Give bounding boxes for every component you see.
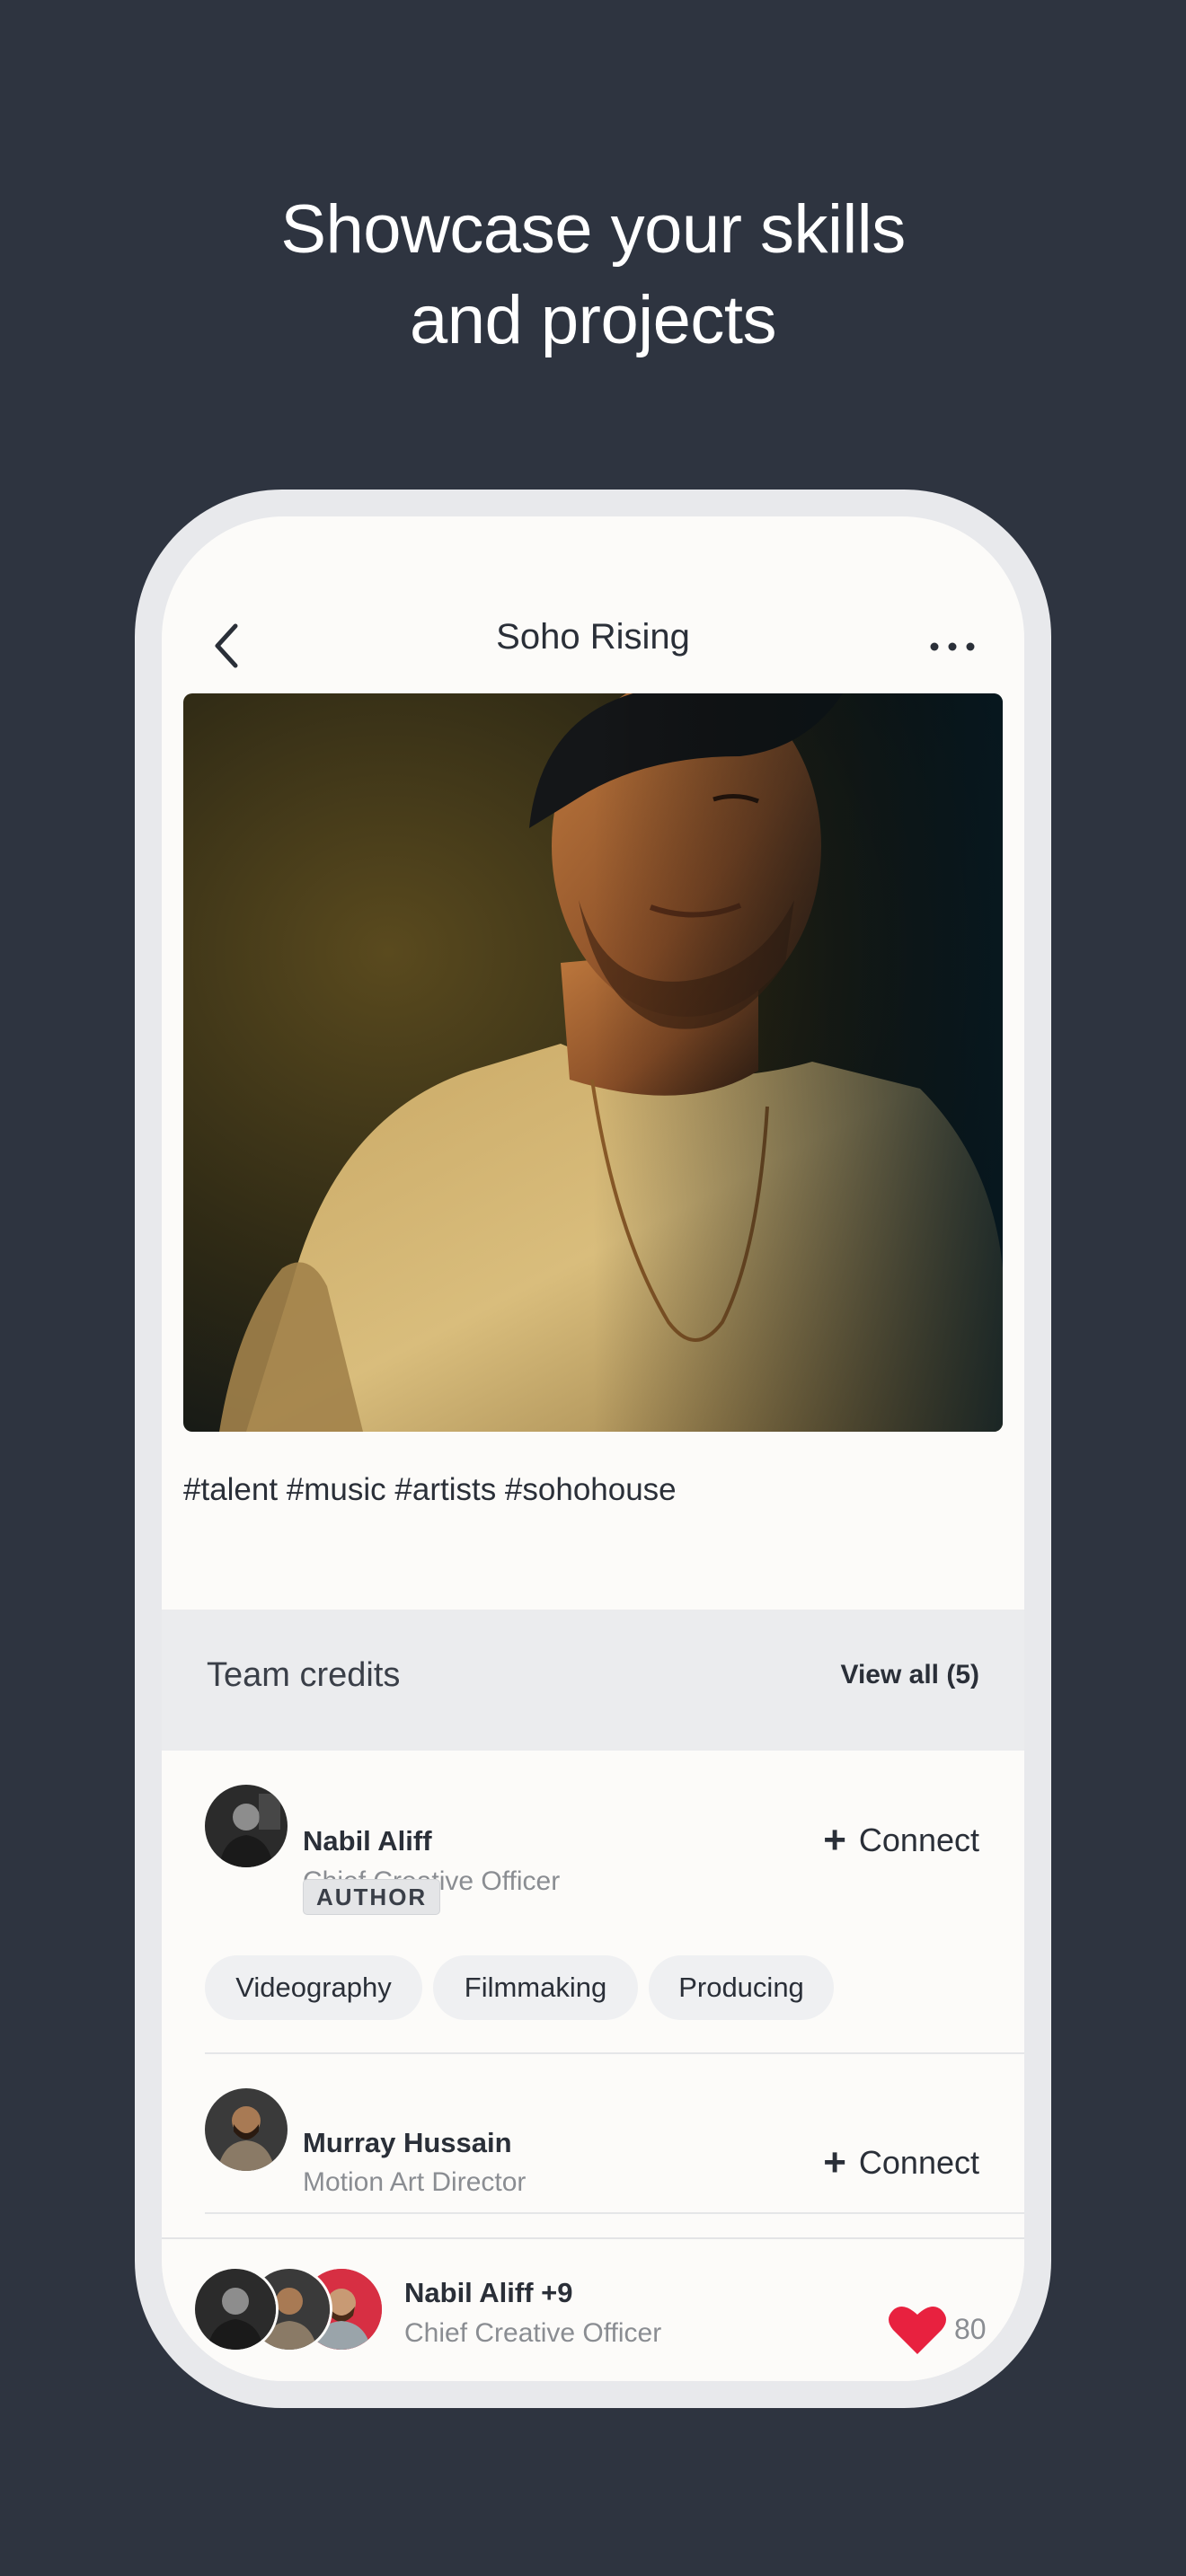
team-credits-title: Team credits: [207, 1656, 401, 1694]
like-button[interactable]: [888, 2304, 947, 2356]
skill-chip[interactable]: Videography: [205, 1955, 422, 2020]
connect-button[interactable]: + Connect: [823, 2143, 979, 2183]
more-button[interactable]: [925, 624, 979, 669]
phone-screen: Soho Rising #talent #music #artists #soh…: [162, 516, 1024, 2381]
footer-name[interactable]: Nabil Aliff +9: [404, 2277, 572, 2309]
post-hashtags[interactable]: #talent #music #artists #sohohouse: [183, 1472, 677, 1508]
skill-chip[interactable]: Filmmaking: [433, 1955, 638, 2020]
skill-chip[interactable]: Producing: [649, 1955, 834, 2020]
divider: [205, 2052, 1024, 2054]
page-title: Soho Rising: [496, 617, 690, 657]
member-name[interactable]: Nabil Aliff: [303, 1825, 432, 1857]
heart-icon: [889, 2307, 946, 2354]
more-horizontal-icon: [930, 642, 975, 651]
divider: [205, 2212, 1024, 2214]
connect-label: Connect: [858, 1822, 979, 1858]
team-credits-header: Team credits View all (5): [162, 1610, 1024, 1751]
headline-line-2: and projects: [409, 282, 777, 358]
member-name[interactable]: Murray Hussain: [303, 2127, 512, 2159]
connect-label: Connect: [858, 2144, 979, 2181]
footer-role: Chief Creative Officer: [404, 2318, 662, 2348]
post-photo[interactable]: [183, 693, 1003, 1432]
like-count: 80: [954, 2313, 987, 2345]
connect-button[interactable]: + Connect: [823, 1821, 979, 1860]
headline-line-1: Showcase your skills: [280, 191, 906, 268]
author-badge: AUTHOR: [303, 1879, 441, 1915]
headline: Showcase your skills and projects: [0, 184, 1186, 366]
avatar[interactable]: [192, 2266, 279, 2352]
plus-icon: +: [823, 1818, 846, 1862]
plus-icon: +: [823, 2140, 846, 2184]
avatar[interactable]: [205, 2088, 288, 2171]
view-all-link[interactable]: View all (5): [840, 1660, 979, 1690]
avatar[interactable]: [205, 1785, 288, 1867]
member-role: Motion Art Director: [303, 2167, 527, 2197]
phone-frame: Soho Rising #talent #music #artists #soh…: [135, 490, 1051, 2408]
